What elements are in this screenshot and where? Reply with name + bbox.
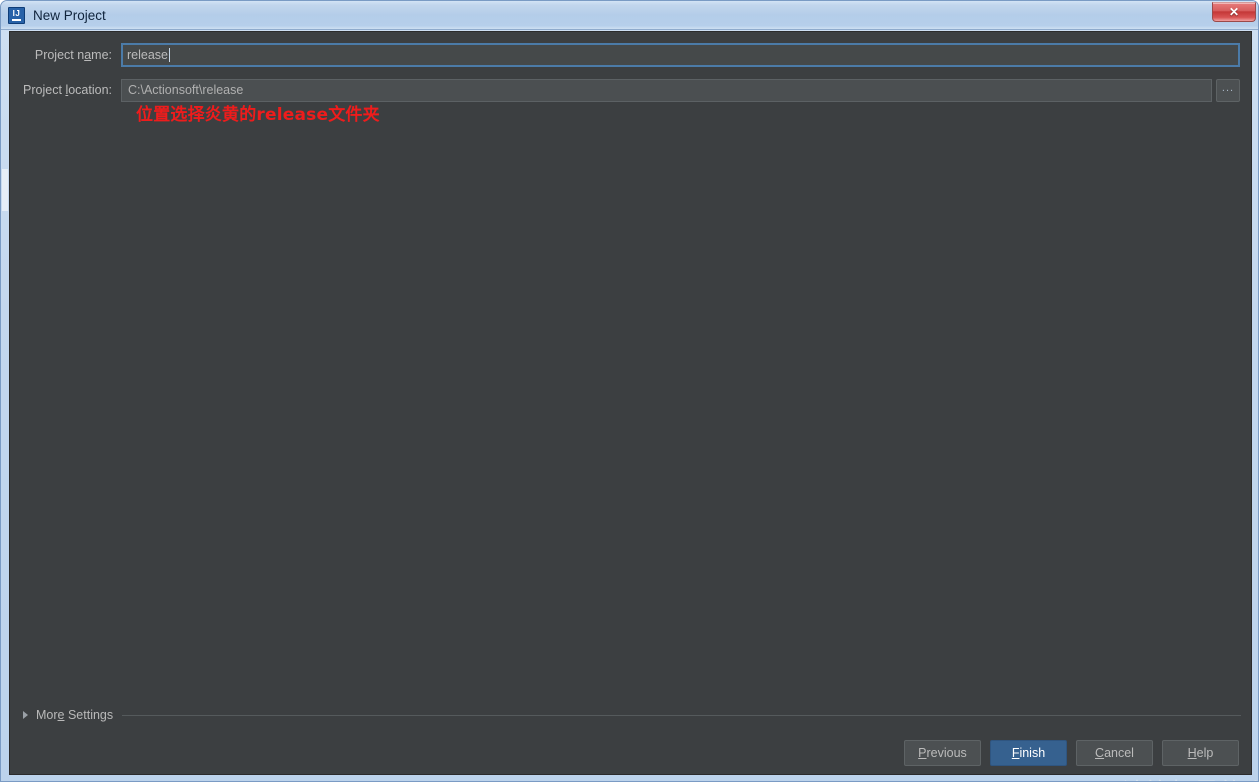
text-caret [169, 48, 170, 62]
project-location-input[interactable]: C:\Actionsoft\release [121, 78, 1212, 102]
cancel-button[interactable]: Cancel [1076, 740, 1153, 766]
finish-button-label: inish [1019, 746, 1046, 760]
more-settings-label-after: Settings [64, 708, 114, 722]
project-name-label: Project name: [23, 48, 121, 62]
more-settings-label: More Settings [36, 708, 113, 722]
help-button[interactable]: Help [1162, 740, 1239, 766]
previous-button-label: revious [926, 746, 967, 760]
window-title: New Project [33, 7, 106, 23]
project-name-value: release [127, 48, 168, 62]
chevron-right-icon [23, 711, 28, 719]
project-location-row: Project location: C:\Actionsoft\release … [23, 78, 1240, 102]
annotation-text: 位置选择炎黄的release文件夹 [136, 105, 380, 125]
finish-button[interactable]: Finish [990, 740, 1067, 766]
app-icon-text: IJ [12, 8, 21, 18]
browse-folder-button[interactable]: ... [1216, 78, 1240, 102]
project-location-label-after: ocation: [68, 83, 112, 97]
cancel-button-label: ancel [1104, 746, 1134, 760]
csdn-watermark: CSDN @计算机界的小学生 [1018, 772, 1258, 781]
dialog-body: Project name: release Project location: … [9, 31, 1258, 781]
more-settings-label-before: Mor [36, 708, 58, 722]
help-button-label: elp [1196, 746, 1214, 760]
project-name-label-after: me: [91, 48, 112, 62]
footer-button-bar: Previous Finish Cancel Help [904, 740, 1239, 766]
more-settings-separator [122, 715, 1241, 716]
previous-button[interactable]: Previous [904, 740, 981, 766]
app-icon-bar [12, 18, 21, 21]
project-name-row: Project name: release [23, 43, 1240, 67]
cancel-button-mnemonic: C [1095, 746, 1105, 760]
close-icon: ✕ [1228, 5, 1240, 19]
window-edge-highlight [2, 169, 8, 211]
more-settings-toggle[interactable]: More Settings [23, 706, 1241, 724]
project-location-label: Project location: [23, 83, 121, 97]
intellij-idea-icon: IJ [8, 6, 25, 24]
close-button[interactable]: ✕ [1212, 2, 1256, 22]
window-frame: IJ New Project ✕ Project name: release P… [0, 0, 1259, 782]
help-button-mnemonic: H [1187, 746, 1197, 760]
previous-button-mnemonic: P [918, 746, 927, 760]
finish-button-mnemonic: F [1011, 746, 1020, 760]
project-location-label-before: Project [23, 83, 66, 97]
title-bar[interactable]: IJ New Project ✕ [1, 1, 1258, 30]
project-name-input[interactable]: release [121, 43, 1240, 67]
project-location-value: C:\Actionsoft\release [128, 83, 244, 97]
project-name-label-before: Project n [34, 48, 85, 62]
